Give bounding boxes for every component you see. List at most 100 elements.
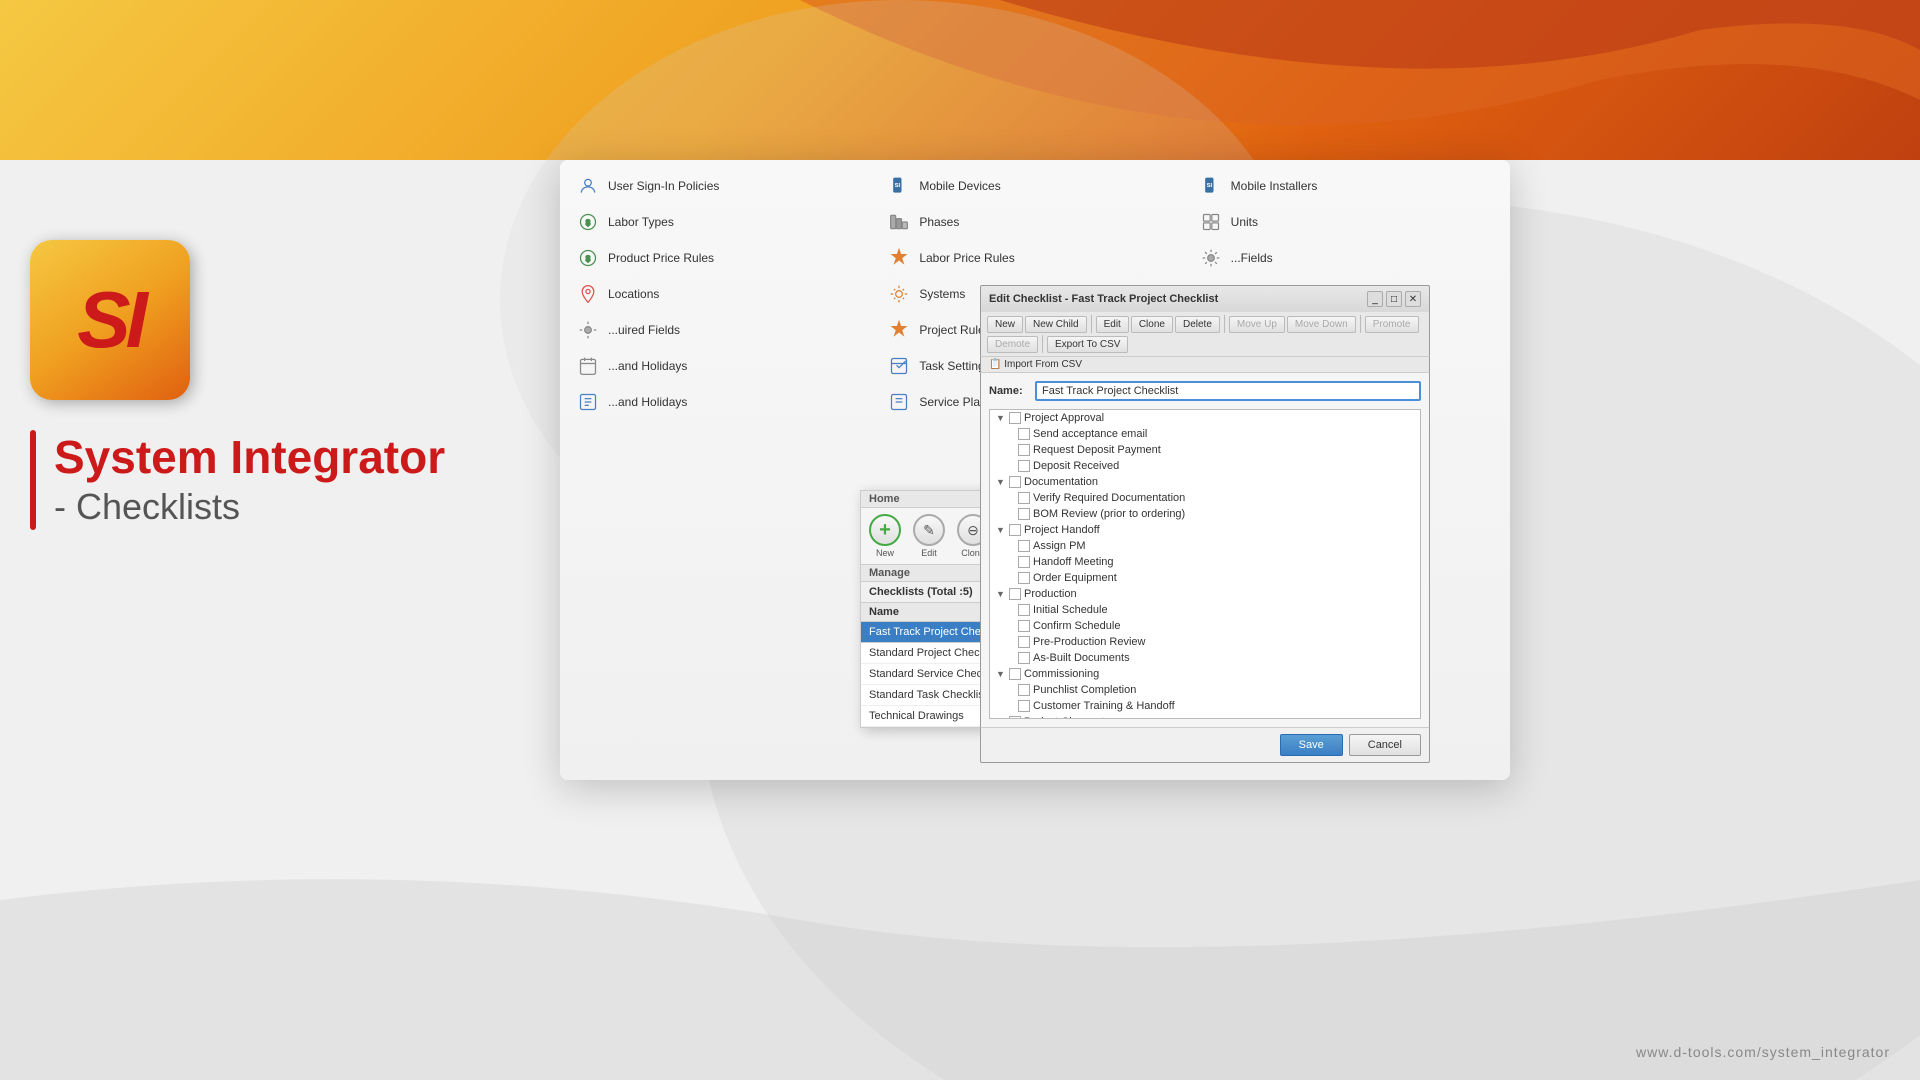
locations-icon [576, 282, 600, 306]
toolbar-sep-1 [1091, 315, 1092, 333]
mobile-installers-icon: SI [1199, 174, 1223, 198]
systems-icon [887, 282, 911, 306]
tree-checkbox[interactable] [1018, 460, 1030, 472]
toolbar-new-button[interactable]: New [987, 316, 1023, 333]
nav-labor-price-rules[interactable]: Labor Price Rules [879, 240, 1190, 276]
tree-customer-training[interactable]: Customer Training & Handoff [990, 698, 1420, 714]
nav-holidays[interactable]: ...and Holidays [568, 348, 879, 384]
toolbar-export-csv-button[interactable]: Export To CSV [1047, 336, 1128, 353]
toolbar-move-down-button[interactable]: Move Down [1287, 316, 1356, 333]
tree-checkbox[interactable] [1018, 700, 1030, 712]
tree-label: Request Deposit Payment [1033, 444, 1161, 456]
tree-label: Assign PM [1033, 540, 1086, 552]
tree-checkbox[interactable] [1009, 716, 1021, 719]
maximize-button[interactable]: □ [1386, 291, 1402, 307]
edit-button[interactable]: ✎ [913, 514, 945, 546]
nav-locations[interactable]: Locations [568, 276, 879, 312]
tree-send-acceptance[interactable]: Send acceptance email [990, 426, 1420, 442]
tree-label: Project Closeout [1024, 716, 1105, 719]
brand-bar [30, 430, 36, 530]
tree-checkbox[interactable] [1009, 668, 1021, 680]
nav-mobile-installers[interactable]: SI Mobile Installers [1191, 168, 1502, 204]
close-button[interactable]: ✕ [1405, 291, 1421, 307]
expand-icon: ▼ [996, 669, 1006, 679]
tree-checkbox[interactable] [1009, 476, 1021, 488]
nav-label-locations: Locations [608, 287, 659, 301]
tree-checkbox[interactable] [1018, 604, 1030, 616]
dialog-footer: Save Cancel [980, 727, 1430, 763]
tree-checkbox[interactable] [1018, 444, 1030, 456]
tree-pre-production-review[interactable]: Pre-Production Review [990, 634, 1420, 650]
logo-text: SI [77, 280, 143, 360]
tree-order-equipment[interactable]: Order Equipment [990, 570, 1420, 586]
tree-verify-required[interactable]: Verify Required Documentation [990, 490, 1420, 506]
toolbar-sep-3 [1360, 315, 1361, 333]
new-label: New [876, 548, 894, 558]
tree-label: Order Equipment [1033, 572, 1117, 584]
tree-checkbox[interactable] [1018, 684, 1030, 696]
nav-user-sign-in[interactable]: User Sign-In Policies [568, 168, 879, 204]
tree-checkbox[interactable] [1018, 636, 1030, 648]
tree-checkbox[interactable] [1018, 620, 1030, 632]
tree-checkbox[interactable] [1018, 556, 1030, 568]
tree-label: Handoff Meeting [1033, 556, 1114, 568]
nav-product-price-rules[interactable]: $ Product Price Rules [568, 240, 879, 276]
tree-project-handoff[interactable]: ▼ Project Handoff [990, 522, 1420, 538]
tree-checkbox[interactable] [1018, 428, 1030, 440]
tree-label: Project Approval [1024, 412, 1104, 424]
edit-btn-group: ✎ Edit [913, 514, 945, 558]
tree-documentation[interactable]: ▼ Documentation [990, 474, 1420, 490]
nav-units[interactable]: Units [1191, 204, 1502, 240]
toolbar-delete-button[interactable]: Delete [1175, 316, 1220, 333]
cancel-button[interactable]: Cancel [1349, 734, 1421, 756]
toolbar-sep-4 [1042, 335, 1043, 353]
toolbar-promote-button[interactable]: Promote [1365, 316, 1419, 333]
tree-bom-review[interactable]: BOM Review (prior to ordering) [990, 506, 1420, 522]
tree-checkbox[interactable] [1018, 508, 1030, 520]
project-rules-icon [887, 318, 911, 342]
toolbar-move-up-button[interactable]: Move Up [1229, 316, 1285, 333]
toolbar-sep-2 [1224, 315, 1225, 333]
tree-request-deposit[interactable]: Request Deposit Payment [990, 442, 1420, 458]
minimize-button[interactable]: _ [1367, 291, 1383, 307]
tree-project-approval[interactable]: ▼ Project Approval [990, 410, 1420, 426]
toolbar-demote-button[interactable]: Demote [987, 336, 1038, 353]
tree-checkbox[interactable] [1018, 652, 1030, 664]
nav-labor-types[interactable]: $ Labor Types [568, 204, 879, 240]
tree-initial-schedule[interactable]: Initial Schedule [990, 602, 1420, 618]
expand-icon: ▼ [996, 413, 1006, 423]
tree-punchlist-completion[interactable]: Punchlist Completion [990, 682, 1420, 698]
edit-dialog: Edit Checklist - Fast Track Project Chec… [980, 285, 1430, 763]
nav-required-fields[interactable]: ...uired Fields [568, 312, 879, 348]
tree-checkbox[interactable] [1009, 524, 1021, 536]
tree-label: Initial Schedule [1033, 604, 1108, 616]
tree-assign-pm[interactable]: Assign PM [990, 538, 1420, 554]
toolbar-edit-button[interactable]: Edit [1096, 316, 1129, 333]
tree-checkbox[interactable] [1018, 540, 1030, 552]
tree-commissioning[interactable]: ▼ Commissioning [990, 666, 1420, 682]
name-input[interactable] [1035, 381, 1421, 401]
toolbar-clone-button[interactable]: Clone [1131, 316, 1173, 333]
nav-phases[interactable]: Phases [879, 204, 1190, 240]
tree-checkbox[interactable] [1018, 572, 1030, 584]
edit-label: Edit [921, 548, 937, 558]
tree-production[interactable]: ▼ Production [990, 586, 1420, 602]
tree-as-built-documents[interactable]: As-Built Documents [990, 650, 1420, 666]
new-button[interactable]: + [869, 514, 901, 546]
name-field-row: Name: [989, 381, 1421, 401]
nav-mobile-devices[interactable]: SI Mobile Devices [879, 168, 1190, 204]
tree-checkbox[interactable] [1018, 492, 1030, 504]
save-button[interactable]: Save [1280, 734, 1343, 756]
tree-checkbox[interactable] [1009, 412, 1021, 424]
tree-project-closeout[interactable]: ▼ Project Closeout [990, 714, 1420, 719]
nav-service-plan-items[interactable]: ...and Holidays [568, 384, 879, 420]
toolbar-new-child-button[interactable]: New Child [1025, 316, 1087, 333]
tree-checkbox[interactable] [1009, 588, 1021, 600]
nav-custom-fields[interactable]: ...Fields [1191, 240, 1502, 276]
tree-confirm-schedule[interactable]: Confirm Schedule [990, 618, 1420, 634]
import-csv-row[interactable]: 📋 Import From CSV [980, 357, 1430, 373]
tree-deposit-received[interactable]: Deposit Received [990, 458, 1420, 474]
tree-handoff-meeting[interactable]: Handoff Meeting [990, 554, 1420, 570]
required-fields-icon [576, 318, 600, 342]
nav-label-labor-price-rules: Labor Price Rules [919, 251, 1014, 265]
